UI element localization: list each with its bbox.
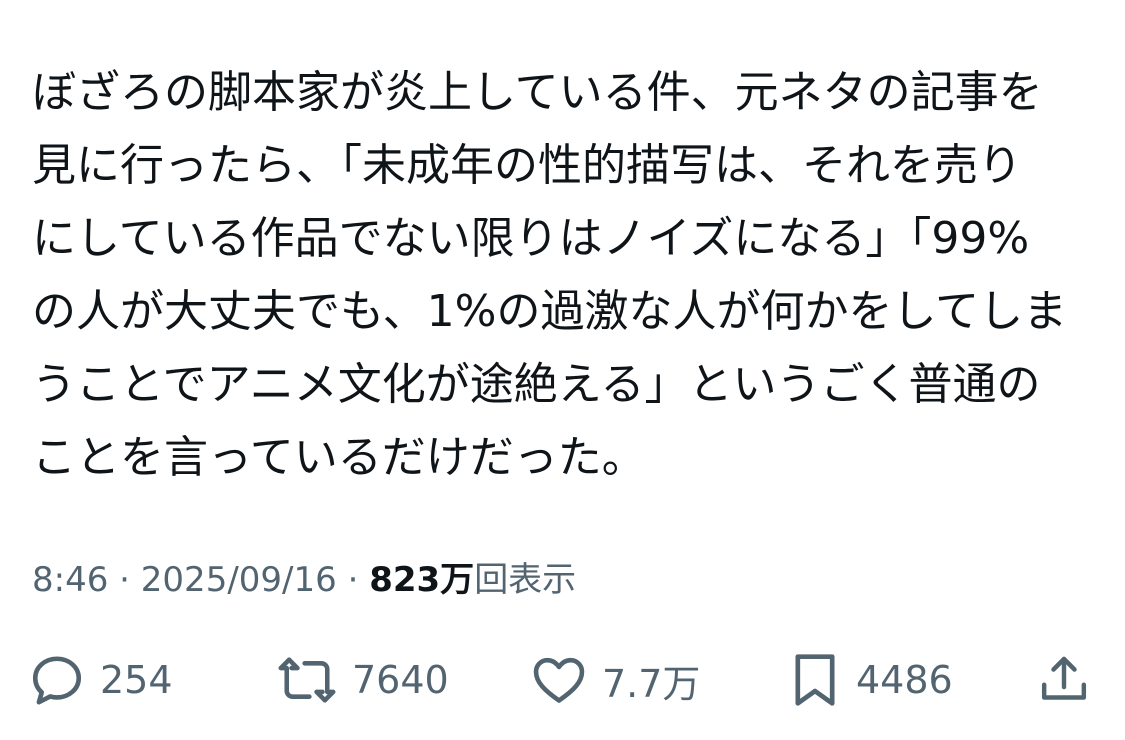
views-label: 回表示 bbox=[474, 560, 577, 600]
bookmark-count: 4486 bbox=[856, 658, 953, 702]
reply-icon bbox=[28, 651, 86, 709]
share-icon bbox=[1036, 651, 1092, 709]
tweet-meta: 8:46 · 2025/09/16 · 823万回表示 bbox=[32, 558, 576, 602]
tweet-text-line: の人が大丈夫でも、1%の過激な人が何かをしてしま bbox=[32, 286, 1068, 337]
tweet-text: ぼざろの脚本家が炎上している件、元ネタの記事を 見に行ったら、「未成年の性的描写… bbox=[32, 56, 1102, 494]
action-bar: 254 7640 7.7万 4486 bbox=[0, 645, 1125, 715]
tweet-text-line: 見に行ったら、「未成年の性的描写は、それを売り bbox=[32, 140, 1022, 191]
tweet-time[interactable]: 8:46 bbox=[32, 560, 108, 600]
meta-separator: · bbox=[108, 560, 141, 600]
like-count: 7.7万 bbox=[602, 661, 701, 706]
like-button[interactable]: 7.7万 bbox=[530, 645, 700, 715]
bookmark-icon bbox=[788, 650, 842, 710]
bookmark-button[interactable]: 4486 bbox=[788, 645, 953, 715]
reply-count: 254 bbox=[100, 658, 173, 702]
heart-icon bbox=[530, 651, 588, 709]
tweet-text-line: ことを言っているだけだった。 bbox=[32, 432, 646, 483]
tweet-text-line: ぼざろの脚本家が炎上している件、元ネタの記事を bbox=[32, 67, 1043, 118]
retweet-icon bbox=[276, 651, 338, 709]
share-button[interactable] bbox=[1036, 645, 1092, 715]
retweet-count: 7640 bbox=[352, 658, 449, 702]
meta-separator: · bbox=[336, 560, 370, 600]
tweet-text-line: にしている作品でない限りはノイズになる」「99% bbox=[32, 213, 1030, 264]
views-count: 823万 bbox=[369, 560, 475, 600]
reply-button[interactable]: 254 bbox=[28, 645, 173, 715]
tweet-text-line: うことでアニメ文化が途絶える」というごく普通の bbox=[32, 359, 1041, 410]
tweet-date[interactable]: 2025/09/16 bbox=[141, 560, 337, 600]
retweet-button[interactable]: 7640 bbox=[276, 645, 449, 715]
